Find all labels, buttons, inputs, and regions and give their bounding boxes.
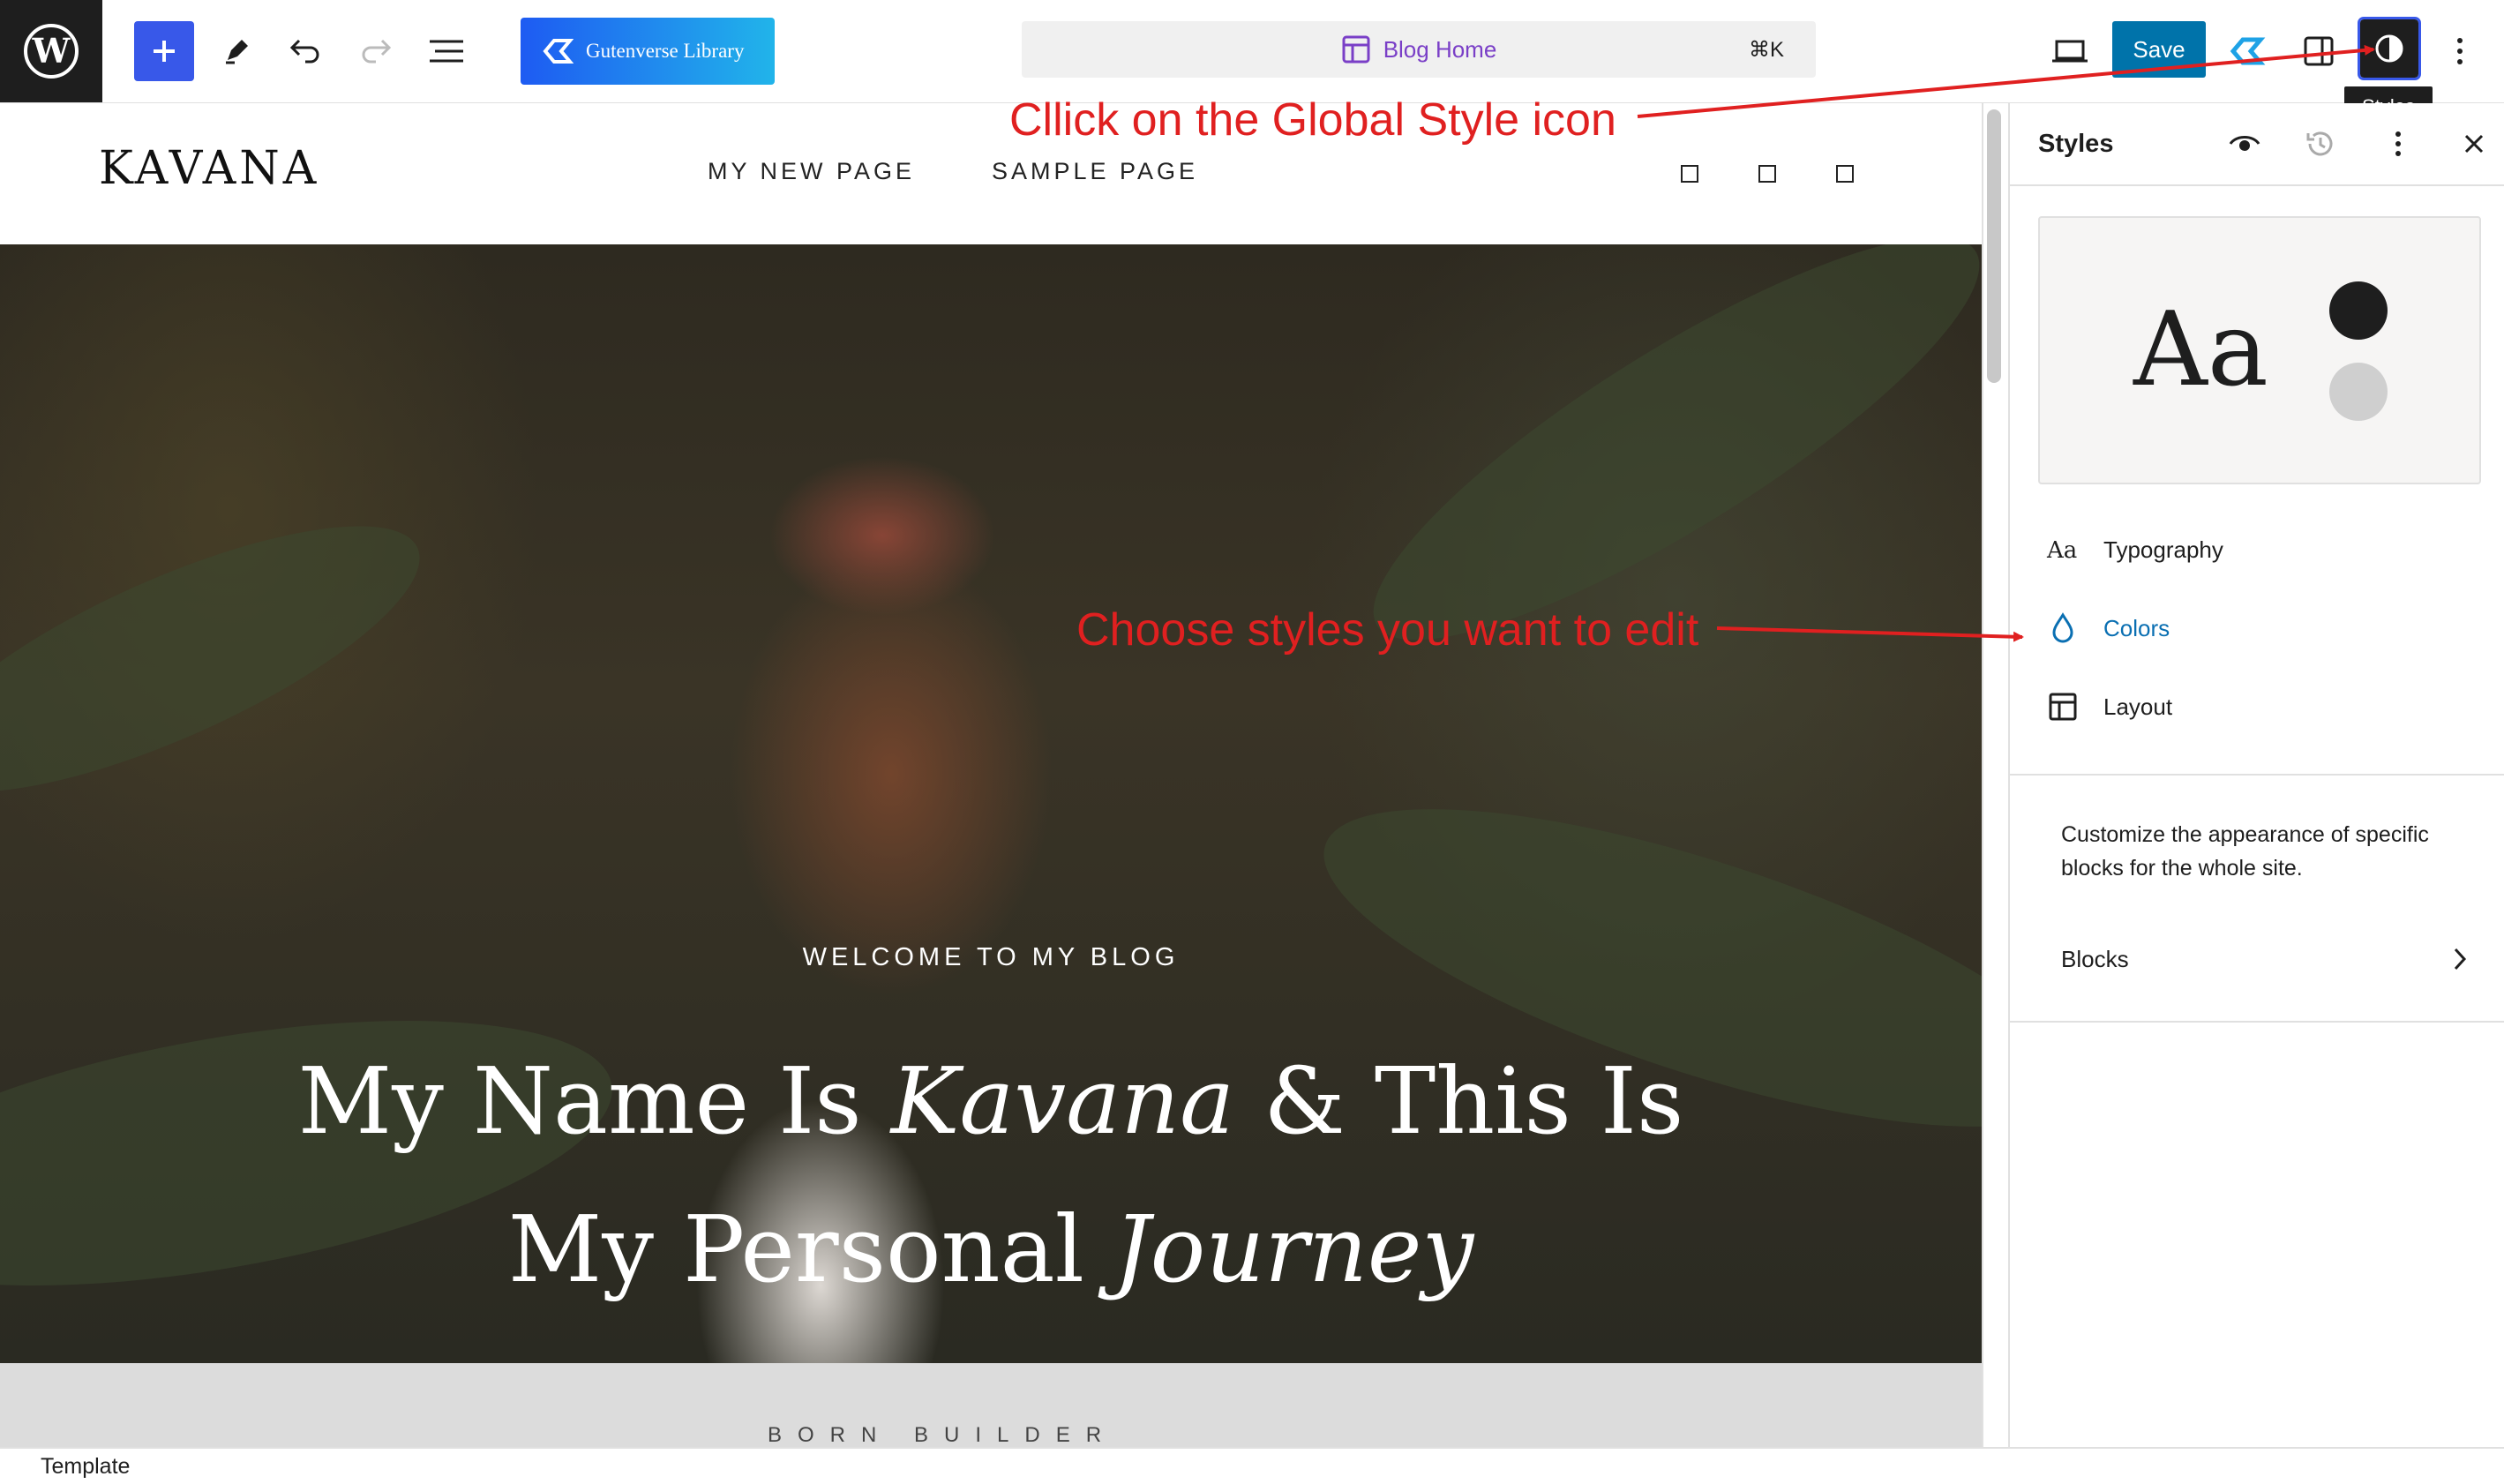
foliage-shape xyxy=(0,475,450,843)
nav-item-my-new-page[interactable]: MY NEW PAGE xyxy=(708,158,915,185)
gutenverse-library-button[interactable]: Gutenverse Library xyxy=(521,18,775,85)
gutenverse-logo-icon xyxy=(543,39,574,64)
styles-sidebar: Styles Aa Aa Typography Colors Layout Cu… xyxy=(2008,103,2504,1447)
add-block-button[interactable] xyxy=(134,21,194,81)
hero-heading-text: & This Is xyxy=(1234,1047,1684,1155)
hero-heading-text: My Name Is xyxy=(297,1047,891,1155)
history-icon xyxy=(2306,131,2333,156)
blocks-nav-item[interactable]: Blocks xyxy=(2061,933,2467,986)
section-kicker[interactable]: BORN BUILDER xyxy=(768,1423,1117,1447)
layout-icon xyxy=(2042,686,2084,728)
redo-icon xyxy=(362,39,392,64)
half-circle-contrast-icon xyxy=(2375,34,2403,63)
annotation-global-style: Cllick on the Global Style icon xyxy=(1009,94,1616,146)
social-icon-placeholder[interactable] xyxy=(1836,165,1854,183)
gutenverse-settings-button[interactable] xyxy=(2216,19,2280,83)
annotation-choose-styles: Choose styles you want to edit xyxy=(1076,604,1699,656)
document-overview-button[interactable] xyxy=(415,19,478,83)
svg-text:Aa: Aa xyxy=(2046,537,2077,563)
undo-button[interactable] xyxy=(274,19,337,83)
gutenverse-icon xyxy=(2230,37,2266,65)
document-title: Blog Home xyxy=(1383,35,1497,63)
breadcrumb-template[interactable]: Template xyxy=(41,1454,130,1480)
svg-text:W: W xyxy=(32,31,71,71)
nav-item-sample-page[interactable]: SAMPLE PAGE xyxy=(992,158,1198,185)
sidebar-toggle-icon xyxy=(2304,36,2334,66)
settings-sidebar-button[interactable] xyxy=(2287,19,2350,83)
tools-button[interactable] xyxy=(205,19,268,83)
laptop-icon xyxy=(2052,40,2088,63)
canvas-scrollbar-thumb[interactable] xyxy=(1987,109,2001,383)
social-icon-placeholder[interactable] xyxy=(1681,165,1698,183)
styles-menu-colors[interactable]: Colors xyxy=(2038,596,2478,660)
social-icon-placeholder[interactable] xyxy=(1758,165,1776,183)
revisions-button[interactable] xyxy=(2303,126,2338,161)
hero-heading-emphasis: Journey xyxy=(1113,1195,1474,1303)
template-icon xyxy=(1342,35,1370,64)
style-preview-card[interactable]: Aa xyxy=(2038,216,2481,484)
hero-cover-block[interactable]: WELCOME TO MY BLOG My Name Is Kavana & T… xyxy=(0,244,1982,1363)
styles-menu-layout[interactable]: Layout xyxy=(2038,675,2478,738)
options-menu-button[interactable] xyxy=(2428,19,2492,83)
editor-canvas[interactable]: KAVANA MY NEW PAGE SAMPLE PAGE WELCOME T… xyxy=(0,103,1982,1447)
editor-top-toolbar: W Gutenverse Library Blog Home ⌘K Save S… xyxy=(0,0,2504,127)
sidebar-header: Styles xyxy=(2010,103,2504,186)
hero-kicker[interactable]: WELCOME TO MY BLOG xyxy=(0,943,1982,972)
styles-menu-label: Colors xyxy=(2103,614,2170,641)
list-view-icon xyxy=(430,40,463,63)
save-button[interactable]: Save xyxy=(2112,21,2206,78)
sidebar-divider xyxy=(2010,1021,2504,1023)
color-swatch-light xyxy=(2329,363,2388,421)
plus-icon xyxy=(154,41,175,62)
wordpress-logo-icon: W xyxy=(24,24,79,79)
command-palette-bar[interactable]: Blog Home ⌘K xyxy=(1022,21,1816,78)
style-book-button[interactable] xyxy=(2227,126,2262,161)
eye-icon xyxy=(2229,136,2260,151)
sidebar-more-button[interactable] xyxy=(2380,126,2416,161)
gutenverse-library-label: Gutenverse Library xyxy=(586,40,745,62)
site-title[interactable]: KAVANA xyxy=(99,142,319,195)
vertical-ellipsis-icon xyxy=(2457,38,2463,64)
editor-footer: Template xyxy=(0,1447,2504,1484)
undo-icon xyxy=(289,39,319,64)
next-section[interactable]: BORN BUILDER xyxy=(0,1363,1982,1447)
color-swatch-dark xyxy=(2329,281,2388,340)
hero-heading-text: My Personal xyxy=(507,1195,1113,1303)
hero-heading-line-2[interactable]: My Personal Journey xyxy=(0,1195,1982,1303)
pencil-icon xyxy=(226,40,248,64)
hero-heading-line-1[interactable]: My Name Is Kavana & This Is xyxy=(0,1047,1982,1155)
blocks-description: Customize the appearance of specific blo… xyxy=(2061,822,2429,881)
keyboard-shortcut: ⌘K xyxy=(1748,38,1784,62)
styles-menu-label: Typography xyxy=(2103,536,2223,563)
hero-heading-emphasis: Kavana xyxy=(890,1047,1235,1155)
close-sidebar-button[interactable] xyxy=(2456,126,2492,161)
vertical-ellipsis-icon xyxy=(2395,131,2401,156)
global-styles-button[interactable] xyxy=(2358,17,2421,80)
site-header[interactable]: KAVANA MY NEW PAGE SAMPLE PAGE xyxy=(0,103,1982,244)
wordpress-logo-button[interactable]: W xyxy=(0,0,102,102)
device-preview-button[interactable] xyxy=(2038,19,2102,83)
style-preview-text: Aa xyxy=(2133,290,2268,409)
styles-menu-typography[interactable]: Aa Typography xyxy=(2038,518,2478,581)
droplet-icon xyxy=(2042,607,2084,649)
sidebar-divider xyxy=(2010,774,2504,776)
redo-button[interactable] xyxy=(344,19,408,83)
close-icon xyxy=(2464,134,2484,154)
chevron-right-icon xyxy=(2454,948,2467,971)
blocks-label: Blocks xyxy=(2061,945,2129,972)
sidebar-title: Styles xyxy=(2038,130,2114,158)
styles-menu-label: Layout xyxy=(2103,693,2173,720)
typography-icon: Aa xyxy=(2042,528,2084,571)
